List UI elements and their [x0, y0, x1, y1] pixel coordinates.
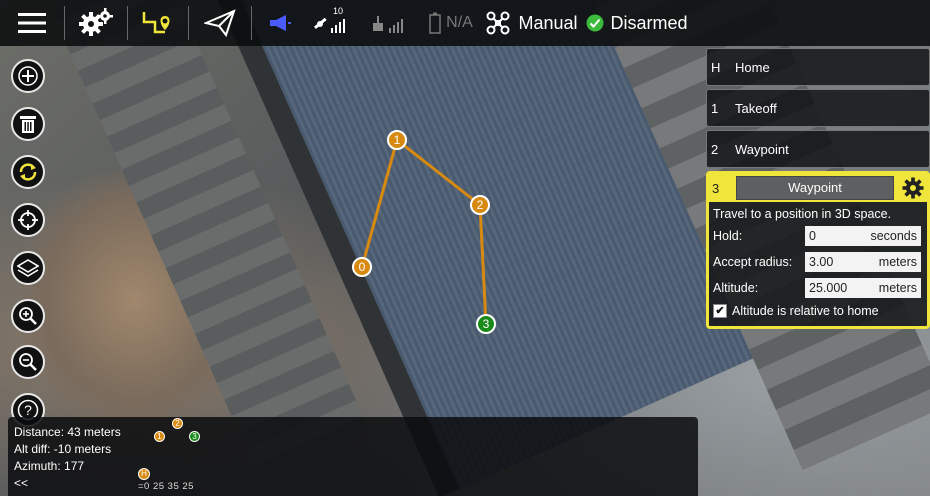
mission-item-waypoint[interactable]: 2 Waypoint [706, 130, 930, 168]
gear-icon [902, 177, 924, 199]
altitude-label: Altitude: [713, 281, 759, 295]
zoom-in-icon [19, 307, 37, 325]
command-selector[interactable]: Waypoint [736, 176, 894, 200]
accept-radius-label: Accept radius: [713, 255, 793, 269]
command-description: Travel to a position in 3D space. [713, 207, 892, 221]
altitude-row: Altitude: 25.000 meters [709, 275, 927, 301]
battery-text: N/A [446, 14, 473, 31]
hold-label: Hold: [713, 229, 743, 243]
toolbar-divider [188, 6, 189, 40]
accept-radius-value: 3.00 [809, 255, 834, 269]
toolbar-divider [127, 6, 128, 40]
arm-status-label: Disarmed [610, 12, 688, 33]
waypoint-marker[interactable]: 1 [387, 130, 407, 150]
sync-button[interactable] [11, 155, 45, 189]
zoom-out-button[interactable] [11, 345, 45, 379]
accept-radius-unit: meters [878, 255, 917, 269]
altitude-marker: 2 [172, 418, 183, 429]
editor-header: 3 Waypoint [709, 174, 927, 202]
toolbar-divider [251, 6, 252, 40]
mission-item-home[interactable]: H Home [706, 48, 930, 86]
editor-index: 3 [712, 180, 720, 196]
mission-item-editor: 3 Waypoint Travel to a position in 3D sp… [706, 171, 930, 329]
hold-row: Hold: 0 seconds [709, 223, 927, 249]
mission-status-panel: Distance: 43 meters Alt diff: -10 meters… [8, 417, 698, 496]
add-icon [18, 66, 38, 86]
flight-plan-icon[interactable] [136, 0, 180, 46]
battery-icon [429, 12, 441, 34]
mission-item-takeoff[interactable]: 1 Takeoff [706, 89, 930, 127]
megaphone-icon[interactable] [260, 0, 300, 46]
accept-radius-row: Accept radius: 3.00 meters [709, 249, 927, 275]
collapse-button[interactable]: << [14, 475, 121, 492]
zoom-in-button[interactable] [11, 299, 45, 333]
altitude-ticks: =0 25 35 25 [138, 481, 194, 492]
paper-plane-icon[interactable] [197, 0, 243, 46]
mission-item-label: Waypoint [735, 141, 789, 157]
map-layers-button[interactable] [11, 251, 45, 285]
altitude-value: 25.000 [809, 281, 848, 295]
mission-item-label: Home [735, 59, 770, 75]
alt-diff-text: Alt diff: -10 meters [14, 442, 112, 456]
delete-button[interactable] [11, 107, 45, 141]
center-map-button[interactable] [11, 203, 45, 237]
checkbox-check-icon: ✔ [713, 304, 727, 318]
layers-icon [17, 259, 39, 277]
relative-altitude-label: Altitude is relative to home [732, 304, 879, 318]
add-waypoint-button[interactable] [11, 59, 45, 93]
flight-mode-selector[interactable]: Manual [482, 0, 582, 46]
check-circle-icon [586, 14, 604, 32]
hold-input[interactable]: 0 seconds [805, 226, 921, 246]
mission-item-index: 2 [711, 141, 719, 157]
home-altitude-marker: H [138, 468, 150, 480]
crosshair-icon [18, 210, 38, 230]
editor-settings-button[interactable] [900, 176, 926, 200]
azimuth-text: Azimuth: 177 [14, 459, 85, 473]
hold-value: 0 [809, 229, 816, 243]
altitude-input[interactable]: 25.000 meters [805, 278, 921, 298]
drone-icon [486, 11, 510, 35]
gps-satellite-icon[interactable]: 10 [300, 0, 360, 46]
relative-altitude-checkbox[interactable]: ✔ Altitude is relative to home [709, 301, 927, 321]
altitude-marker: 3 [189, 431, 200, 442]
battery-indicator[interactable]: N/A [420, 0, 482, 46]
mission-item-label: Takeoff [735, 100, 777, 116]
mission-item-index: H [711, 59, 721, 75]
hold-unit: seconds [870, 229, 917, 243]
altitude-marker: 1 [154, 431, 165, 442]
accept-radius-input[interactable]: 3.00 meters [805, 252, 921, 272]
distance-text: Distance: 43 meters [14, 425, 121, 439]
top-toolbar: 10 N/A Manual Disarmed [0, 0, 930, 46]
mission-stats: Distance: 43 meters Alt diff: -10 meters… [14, 424, 121, 492]
waypoint-marker[interactable]: 0 [352, 257, 372, 277]
waypoint-marker-selected[interactable]: 3 [476, 314, 496, 334]
arm-status[interactable]: Disarmed [582, 0, 692, 46]
hamburger-menu-icon[interactable] [0, 0, 64, 46]
toolbar-divider [64, 6, 65, 40]
mission-item-index: 1 [711, 100, 719, 116]
zoom-out-icon [19, 353, 37, 371]
gps-count: 10 [333, 6, 344, 16]
gears-icon[interactable] [73, 0, 119, 46]
altitude-unit: meters [878, 281, 917, 295]
flight-mode-label: Manual [518, 12, 578, 33]
mission-item-list: H Home 1 Takeoff 2 Waypoint 3 Waypoint T… [706, 48, 930, 329]
waypoint-marker[interactable]: 2 [470, 195, 490, 215]
trash-icon [20, 116, 36, 133]
rc-signal-icon[interactable] [360, 0, 420, 46]
svg-text:?: ? [24, 402, 32, 418]
sync-icon [19, 163, 37, 181]
